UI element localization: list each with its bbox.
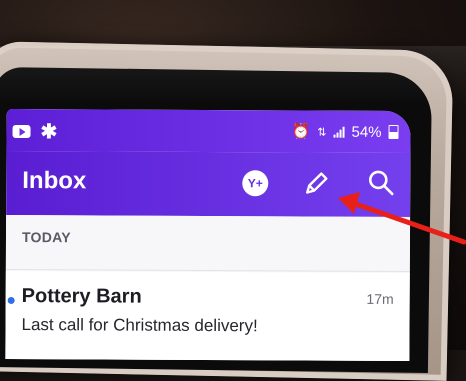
- battery-icon: [388, 124, 399, 139]
- compose-pencil-icon[interactable]: [301, 168, 331, 198]
- red-arrow-annotation: [338, 192, 466, 245]
- email-time: 17m: [366, 290, 394, 307]
- signal-icon: [333, 126, 345, 138]
- youtube-icon: [12, 124, 31, 139]
- data-transfer-icon: ⇅: [317, 126, 327, 139]
- status-bar: ✱ ⏰ ⇅ 54%: [6, 108, 411, 154]
- section-header-today: TODAY: [21, 229, 71, 246]
- status-left-icons: ✱: [12, 119, 57, 144]
- list-item[interactable]: Pottery Barn 17m Last call for Christmas…: [5, 270, 410, 362]
- status-right-icons: ⏰ ⇅ 54%: [292, 122, 399, 141]
- page-title: Inbox: [22, 167, 87, 195]
- asterisk-icon: ✱: [40, 121, 58, 144]
- unread-dot-icon: [7, 296, 15, 304]
- email-subject: Last call for Christmas delivery!: [21, 315, 258, 336]
- yahoo-plus-icon[interactable]: Y+: [242, 170, 269, 197]
- email-sender: Pottery Barn: [21, 285, 142, 308]
- battery-percent: 54%: [351, 123, 382, 141]
- alarm-icon: ⏰: [291, 123, 311, 141]
